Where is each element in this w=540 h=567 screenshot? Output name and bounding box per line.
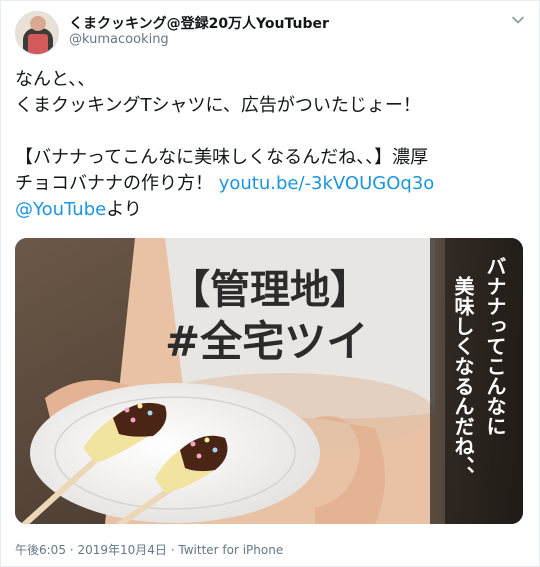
mention-suffix: より: [106, 199, 142, 220]
tweet-time[interactable]: 午後6:05: [15, 543, 66, 557]
youtube-mention[interactable]: @YouTube: [15, 199, 106, 220]
tweet-text-line-1: なんと、、: [15, 69, 96, 90]
youtube-link[interactable]: youtu.be/-3kVOUGOq3o: [219, 173, 435, 194]
media-photo: 【管理地】 #全宅ツイ バナナってこんなに 美味しくなるんだね、、: [15, 238, 523, 524]
chevron-down-icon[interactable]: [511, 13, 525, 27]
tweet-text-line-2: くまクッキングTシャツに、広告がついたじょー！: [15, 95, 421, 116]
shirt-text-line-2: #全宅ツイ: [165, 317, 368, 366]
separator-dot: ·: [170, 543, 175, 557]
user-handle[interactable]: @kumacooking: [69, 32, 169, 47]
tweet-text: なんと、、 くまクッキングTシャツに、広告がついたじょー！ 【バナナってこんなに…: [15, 67, 529, 223]
tweet-date[interactable]: 2019年10月4日: [77, 543, 166, 557]
tweet-text-line-3: 【バナナってこんなに美味しくなるんだね、、】濃厚: [15, 147, 429, 168]
tweet-source[interactable]: Twitter for iPhone: [178, 543, 283, 557]
display-name[interactable]: くまクッキング@登録20万人YouTuber: [69, 13, 329, 33]
tweet-card: くまクッキング@登録20万人YouTuber @kumacooking なんと、…: [0, 0, 540, 567]
separator-dot: ·: [69, 543, 74, 557]
avatar[interactable]: [15, 11, 59, 55]
tweet-text-line-4-text: チョコバナナの作り方！: [15, 173, 219, 194]
tweet-media-image[interactable]: 【管理地】 #全宅ツイ バナナってこんなに 美味しくなるんだね、、: [15, 238, 523, 524]
media-caption-col-1: バナナってこんなに: [483, 256, 507, 436]
media-caption-col-2: 美味しくなるんだね、、: [451, 275, 475, 486]
tweet-footer: 午後6:05 · 2019年10月4日 · Twitter for iPhone: [15, 541, 283, 558]
shirt-text-line-1: 【管理地】: [170, 267, 370, 313]
tweet-text-line-4: チョコバナナの作り方！ youtu.be/-3kVOUGOq3o: [15, 171, 529, 197]
